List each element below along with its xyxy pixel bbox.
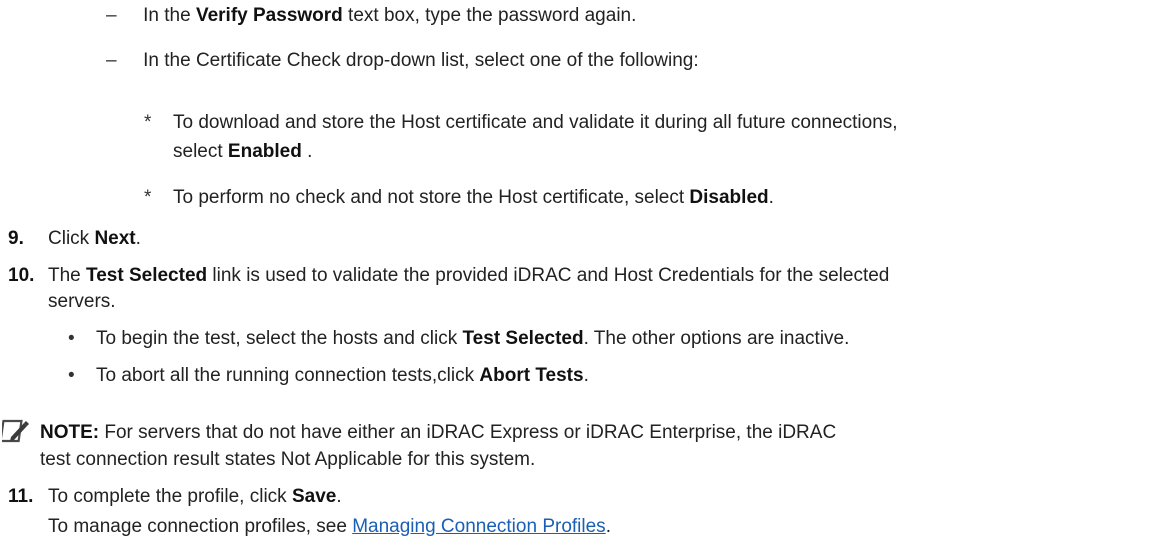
bullet-marker: •	[68, 328, 75, 349]
bullet-item-begin-test: To begin the test, select the hosts and …	[96, 326, 849, 352]
step-11-number: 11.	[8, 486, 34, 507]
text: To manage connection profiles, see	[48, 516, 353, 537]
note-line2: test connection result states Not Applic…	[40, 447, 535, 473]
text: servers.	[48, 291, 116, 312]
bold-term: Test Selected	[462, 328, 584, 349]
text: select	[173, 141, 228, 162]
bold-term: Enabled	[227, 141, 302, 162]
text: .	[336, 486, 342, 507]
text: .	[768, 187, 774, 208]
note-label: NOTE:	[40, 422, 100, 443]
dash-marker: –	[106, 50, 117, 71]
text: For servers that do not have either an i…	[99, 422, 837, 443]
sub-item-certificate-check: – In the Certificate Check drop-down lis…	[106, 48, 699, 74]
bullet-item-abort-tests: To abort all the running connection test…	[96, 363, 589, 389]
bold-term: Next	[94, 228, 136, 249]
star-item-disabled-text: To perform no check and not store the Ho…	[173, 185, 774, 211]
text: link is used to validate the provided iD…	[207, 265, 890, 286]
text: In the	[143, 5, 196, 26]
text: .	[583, 365, 589, 386]
bold-term: Abort Tests	[479, 365, 584, 386]
sub-item-verify-password: – In the Verify Password text box, type …	[106, 3, 636, 29]
text: To download and store the Host certifica…	[173, 112, 898, 133]
text: Click	[48, 228, 95, 249]
text: In the Certificate Check drop-down list,…	[143, 50, 699, 71]
step-10-number: 10.	[8, 265, 35, 286]
text: To abort all the running connection test…	[96, 365, 480, 386]
text: To perform no check and not store the Ho…	[173, 187, 690, 208]
text: .	[301, 141, 313, 162]
asterisk-marker: *	[144, 187, 152, 208]
text: To complete the profile, click	[48, 486, 292, 507]
step-10-text: The Test Selected link is used to valida…	[48, 263, 889, 289]
text: The	[48, 265, 87, 286]
asterisk-marker: *	[144, 112, 152, 133]
bold-term: Save	[291, 486, 337, 507]
managing-connection-profiles-link[interactable]: Managing Connection Profiles	[352, 516, 606, 537]
dash-marker: –	[106, 5, 117, 26]
note-pencil-icon	[2, 419, 29, 443]
step-9-number: 9.	[8, 228, 24, 249]
star-item-disabled: *	[144, 185, 151, 211]
text: . The other options are inactive.	[583, 328, 850, 349]
note-line1: NOTE: For servers that do not have eithe…	[40, 420, 836, 446]
star-item-enabled-line2: select Enabled .	[173, 139, 312, 165]
bold-term: Test Selected	[86, 265, 208, 286]
bold-term: Disabled	[689, 187, 769, 208]
text: test connection result states Not Applic…	[40, 449, 536, 470]
text: .	[605, 516, 611, 537]
text: .	[135, 228, 141, 249]
bold-term: Verify Password	[195, 5, 343, 26]
step-11-text: To complete the profile, click Save.	[48, 484, 342, 510]
star-item-enabled: *	[144, 110, 151, 136]
step-11-line2: To manage connection profiles, see Manag…	[48, 514, 611, 540]
text: text box, type the password again.	[342, 5, 637, 26]
document-page: { "sub_items": [ { "mark": "–", "pre": "…	[0, 0, 1149, 547]
step-10-text-line2: servers.	[48, 289, 116, 315]
star-item-enabled-line1: To download and store the Host certifica…	[173, 110, 898, 136]
bullet-marker: •	[68, 365, 75, 386]
step-9-text: Click Next.	[48, 226, 141, 252]
text: To begin the test, select the hosts and …	[96, 328, 463, 349]
